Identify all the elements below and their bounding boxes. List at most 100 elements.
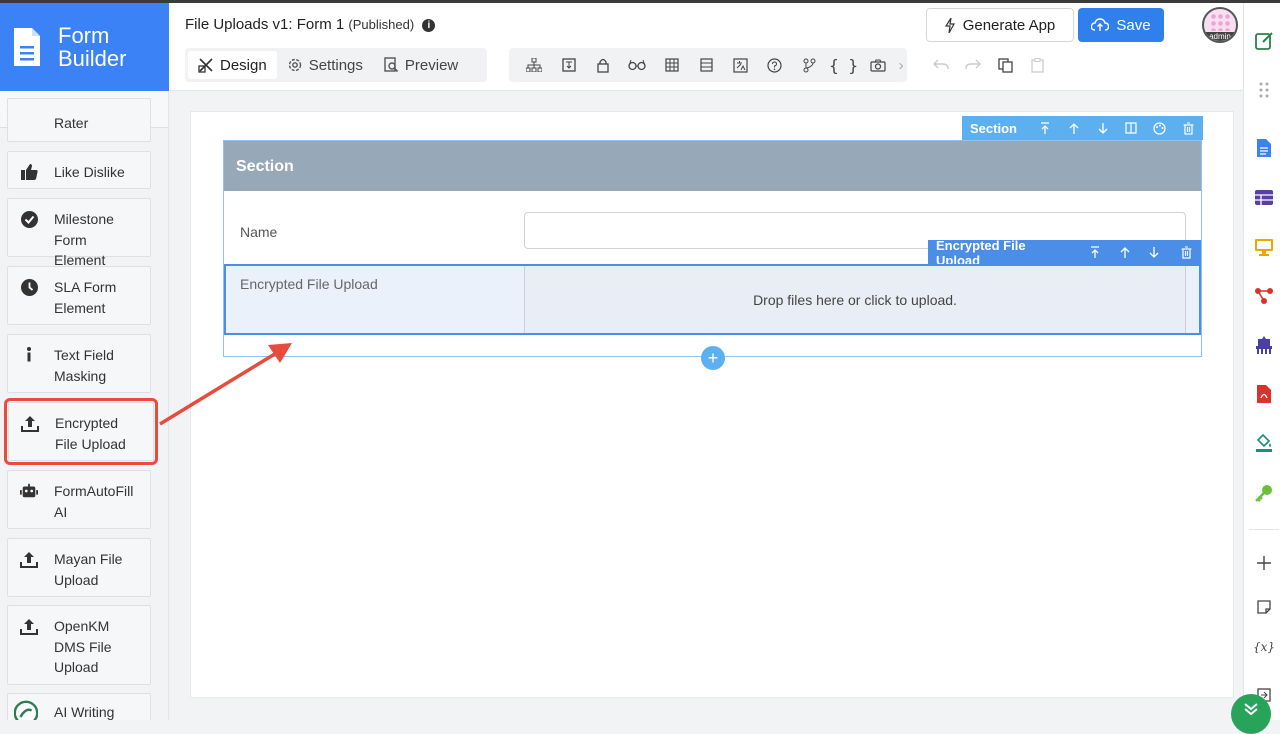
camera-icon[interactable] bbox=[861, 51, 895, 79]
history-controls bbox=[931, 55, 1047, 75]
table-icon[interactable] bbox=[655, 51, 689, 79]
design-toolbar: { } › bbox=[509, 48, 907, 82]
trash-icon[interactable] bbox=[1174, 121, 1203, 135]
palette-item-mayan-file-upload[interactable]: Mayan File Upload bbox=[7, 538, 151, 597]
note-icon[interactable] bbox=[1254, 597, 1274, 617]
process-icon[interactable] bbox=[1254, 286, 1274, 306]
move-to-top-icon[interactable] bbox=[1080, 246, 1110, 259]
gear-icon bbox=[288, 58, 301, 72]
collapse-fab[interactable] bbox=[1231, 694, 1271, 734]
chevron-right-icon[interactable]: › bbox=[895, 51, 907, 79]
name-label: Name bbox=[240, 224, 278, 240]
lock-icon[interactable] bbox=[586, 51, 620, 79]
userview-icon[interactable] bbox=[1254, 237, 1274, 257]
clock-icon bbox=[20, 278, 38, 296]
palette-item-label: Like Dislike bbox=[54, 164, 125, 180]
form-title: File Uploads v1: Form 1 (Published) i bbox=[185, 16, 436, 33]
document-icon bbox=[14, 28, 40, 66]
chevron-double-down-icon bbox=[1244, 703, 1258, 715]
paint-bucket-icon[interactable] bbox=[1254, 433, 1274, 453]
section-toolbar: Section bbox=[962, 116, 1203, 140]
design-icon bbox=[198, 58, 213, 73]
form-section[interactable]: Section Section Name Encrypted File Uplo… bbox=[223, 116, 1203, 370]
palette-item-like-dislike[interactable]: Like Dislike bbox=[7, 151, 151, 189]
arrow-up-icon[interactable] bbox=[1060, 122, 1089, 135]
help-icon[interactable] bbox=[758, 51, 792, 79]
hierarchy-icon[interactable] bbox=[517, 51, 551, 79]
section-header: Section bbox=[224, 141, 1201, 191]
branch-icon[interactable] bbox=[792, 51, 826, 79]
arrow-up-icon[interactable] bbox=[1110, 246, 1140, 259]
edit-icon[interactable] bbox=[1254, 30, 1274, 50]
palette-item-label: Text Field Masking bbox=[54, 347, 114, 384]
datalist-icon[interactable] bbox=[1254, 187, 1274, 207]
pdf-icon[interactable] bbox=[1254, 384, 1274, 404]
mode-tabs: Design Settings Preview bbox=[185, 48, 487, 82]
avatar-label: admin bbox=[1204, 32, 1236, 41]
tab-preview[interactable]: Preview bbox=[373, 51, 468, 79]
encrypted-file-upload-label: Encrypted File Upload bbox=[240, 276, 378, 292]
tab-settings[interactable]: Settings bbox=[277, 51, 373, 79]
preview-icon bbox=[384, 57, 398, 73]
robot-icon bbox=[20, 482, 38, 500]
plus-icon[interactable] bbox=[1254, 553, 1274, 573]
header-bar: File Uploads v1: Form 1 (Published) i De… bbox=[169, 3, 1243, 91]
palette-item-ai-writing[interactable]: AI Writing bbox=[7, 693, 151, 720]
avatar-pattern bbox=[1210, 13, 1232, 31]
palette-icon[interactable] bbox=[1146, 121, 1175, 135]
field-icon[interactable] bbox=[551, 51, 585, 79]
palette-item-encrypted-file-upload[interactable]: Encrypted File Upload bbox=[4, 398, 158, 465]
key-icon[interactable] bbox=[1254, 483, 1274, 503]
generate-app-button[interactable]: Generate App bbox=[926, 8, 1074, 42]
publish-status: (Published) bbox=[348, 17, 415, 32]
palette-item-label: OpenKM DMS File Upload bbox=[54, 618, 112, 675]
add-element-button[interactable]: + bbox=[701, 346, 725, 370]
encrypted-file-upload-row[interactable]: Encrypted File Upload Drop files here or… bbox=[224, 264, 1201, 335]
code-braces-icon[interactable]: { } bbox=[826, 51, 860, 79]
arrow-down-icon[interactable] bbox=[1088, 122, 1117, 135]
info-icon[interactable]: i bbox=[422, 18, 436, 32]
app-brand: Form Builder bbox=[0, 3, 169, 91]
drag-handle-icon[interactable] bbox=[1254, 80, 1274, 100]
right-rail: {x} bbox=[1243, 3, 1280, 720]
plugin-icon[interactable] bbox=[1254, 335, 1274, 355]
section-toolbar-label: Section bbox=[970, 120, 1017, 136]
undo-icon[interactable] bbox=[931, 55, 951, 75]
palette-item-milestone[interactable]: Milestone Form Element bbox=[7, 198, 151, 268]
copy-icon[interactable] bbox=[995, 55, 1015, 75]
palette-item-label: FormAutoFillAI bbox=[54, 483, 134, 520]
bolt-icon bbox=[944, 17, 955, 33]
translate-icon[interactable] bbox=[723, 51, 757, 79]
ai-icon bbox=[14, 700, 38, 720]
upload-icon bbox=[20, 617, 38, 635]
glasses-icon[interactable] bbox=[620, 51, 654, 79]
form-doc-icon[interactable] bbox=[1254, 138, 1274, 158]
trash-icon[interactable] bbox=[1171, 246, 1201, 259]
palette-item-openkm[interactable]: OpenKM DMS File Upload bbox=[7, 605, 151, 685]
palette-item-label: Rater bbox=[54, 115, 89, 131]
app-title: Form Builder bbox=[58, 23, 127, 71]
palette-panel: Search Palette Rater Like Dislike Milest… bbox=[0, 91, 169, 720]
thumbs-up-icon bbox=[20, 163, 38, 181]
redo-icon[interactable] bbox=[963, 55, 983, 75]
element-toolbar-label: Encrypted File Upload bbox=[936, 237, 1026, 268]
upload-icon bbox=[21, 414, 39, 432]
columns-icon[interactable] bbox=[1117, 122, 1146, 134]
paste-icon[interactable] bbox=[1027, 55, 1047, 75]
palette-item-formautofillai[interactable]: FormAutoFillAI bbox=[7, 470, 151, 529]
palette-item-rater[interactable]: Rater bbox=[7, 98, 151, 142]
form-canvas: Section Section Name Encrypted File Uplo… bbox=[190, 111, 1234, 698]
avatar[interactable]: admin bbox=[1202, 7, 1238, 43]
check-circle-icon bbox=[20, 210, 38, 228]
tab-design[interactable]: Design bbox=[188, 51, 277, 79]
palette-item-text-masking[interactable]: Text Field Masking bbox=[7, 334, 151, 393]
file-drop-zone[interactable]: Drop files here or click to upload. bbox=[524, 266, 1186, 333]
palette-item-label: Encrypted File Upload bbox=[55, 415, 126, 452]
element-toolbar: Encrypted File Upload bbox=[928, 237, 1201, 268]
move-to-top-icon[interactable] bbox=[1031, 121, 1060, 135]
save-button[interactable]: Save bbox=[1078, 8, 1164, 42]
arrow-down-icon[interactable] bbox=[1139, 246, 1169, 259]
rows-icon[interactable] bbox=[689, 51, 723, 79]
variable-icon[interactable]: {x} bbox=[1253, 637, 1275, 657]
palette-item-sla[interactable]: SLA Form Element bbox=[7, 266, 151, 325]
